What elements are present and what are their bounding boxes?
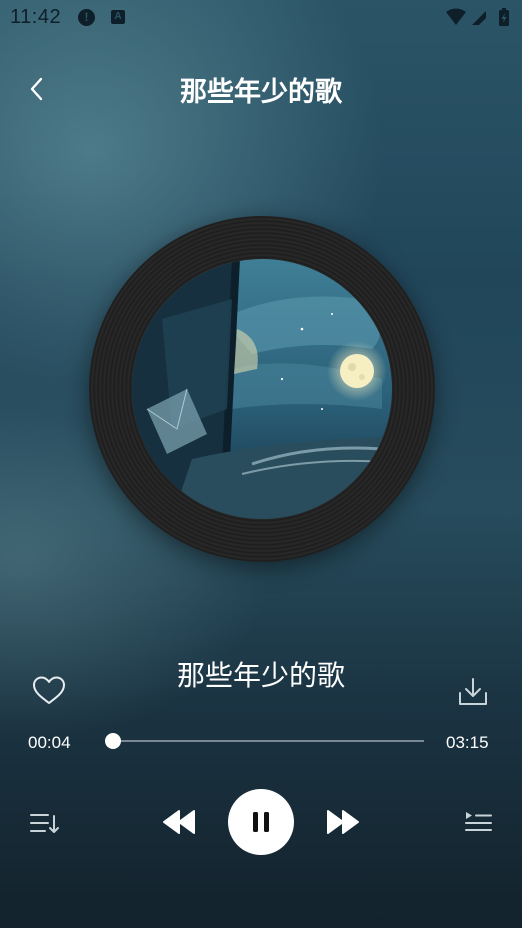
current-time: 00:04 (28, 733, 71, 752)
status-time: 11:42 (10, 6, 62, 28)
fast-forward-icon (327, 810, 359, 834)
download-button[interactable] (456, 676, 490, 708)
song-title: 那些年少的歌 (176, 659, 345, 692)
alert-icon: ! (78, 9, 95, 26)
playlist-sort-icon (30, 814, 59, 833)
total-time: 03:15 (446, 733, 489, 752)
page-title: 那些年少的歌 (180, 77, 342, 108)
previous-button[interactable] (160, 806, 198, 838)
download-icon (459, 678, 487, 705)
pause-button[interactable] (228, 789, 294, 855)
pause-icon (253, 812, 269, 832)
notification-icon: A (111, 10, 125, 24)
album-art-image (132, 259, 392, 519)
queue-button[interactable] (462, 809, 494, 837)
next-button[interactable] (324, 806, 362, 838)
rewind-icon (163, 810, 195, 834)
playlist-button[interactable] (28, 810, 62, 838)
status-bar: 11:42 ! A (0, 0, 522, 36)
queue-icon (465, 812, 492, 831)
vinyl-record[interactable] (89, 216, 435, 562)
wifi-icon (446, 8, 466, 25)
album-art (132, 259, 392, 519)
status-icons (446, 8, 509, 26)
progress-thumb[interactable] (104, 733, 121, 749)
progress-bar[interactable] (104, 733, 424, 749)
